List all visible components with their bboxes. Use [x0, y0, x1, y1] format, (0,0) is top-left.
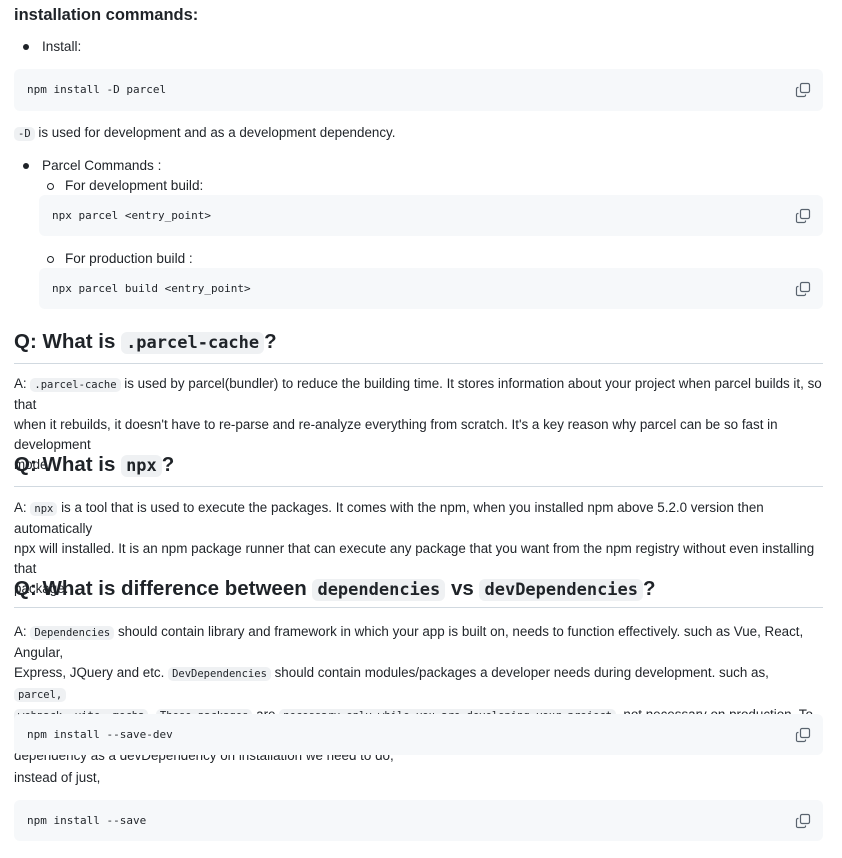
heading-code: npx — [121, 455, 162, 477]
inline-code: DevDependencies — [168, 667, 271, 681]
inline-code: parcel, — [14, 688, 67, 702]
bullet-circle — [47, 255, 54, 263]
heading-text: Q: What is difference between — [14, 577, 313, 600]
heading-divider — [14, 363, 823, 364]
copy-icon[interactable] — [795, 727, 811, 743]
copy-icon[interactable] — [795, 813, 811, 829]
list-item-prod-build: For production build : — [47, 249, 193, 269]
answer-line: when it rebuilds, it doesn't have to re-… — [14, 417, 778, 452]
heading-code: devDependencies — [479, 579, 644, 601]
answer-text: Express, JQuery and etc. — [14, 665, 169, 680]
list-item-dev-build: For development build: — [47, 176, 203, 196]
heading-divider — [14, 607, 823, 608]
copy-icon[interactable] — [795, 281, 811, 297]
code-text: npm install --save — [27, 813, 147, 827]
answer-text: should contain modules/packages a develo… — [270, 665, 769, 680]
answer-prefix: A: — [14, 500, 31, 515]
inline-code: npx — [30, 502, 58, 516]
inline-code: .parcel-cache — [30, 378, 121, 392]
list-item-label: For production build : — [65, 251, 193, 266]
code-text: npm install --save-dev — [27, 727, 173, 741]
list-item-label: Parcel Commands : — [42, 158, 162, 173]
heading-text: vs — [445, 577, 480, 600]
heading-code: .parcel-cache — [121, 332, 265, 354]
list-item-label: For development build: — [65, 178, 204, 193]
answer-line: A: Dependencies should contain library a… — [14, 622, 822, 663]
code-text: npx parcel build <entry_point> — [52, 281, 251, 295]
code-text: npx parcel <entry_point> — [52, 208, 211, 222]
answer-text: is used by parcel(bundler) to reduce the… — [14, 376, 822, 412]
copy-icon[interactable] — [795, 82, 811, 98]
heading-text: Q: What is — [14, 330, 122, 353]
heading-dependencies: Q: What is difference between dependenci… — [14, 575, 656, 604]
answer-text: is a tool that is used to execute the pa… — [14, 500, 764, 536]
answer-prefix: A: — [14, 376, 31, 391]
answer-line: npx will installed. It is an npm package… — [14, 541, 815, 576]
answer-line: A: npx is a tool that is used to execute… — [14, 498, 822, 539]
inline-code: Dependencies — [30, 626, 115, 640]
heading-suffix: ? — [264, 330, 277, 353]
bullet-disc — [23, 44, 29, 50]
list-item-label: Install: — [42, 39, 82, 54]
code-block-save-dev: npm install --save-dev — [14, 714, 823, 755]
bullet-disc — [23, 163, 29, 169]
answer-line: Express, JQuery and etc. DevDependencies… — [14, 663, 822, 705]
heading-divider — [14, 486, 823, 487]
section-heading: installation commands: — [14, 6, 199, 24]
inline-code: -D — [14, 127, 35, 141]
code-block-install: npm install -D parcel — [14, 69, 823, 111]
bullet-circle — [47, 182, 54, 190]
answer-text: should contain library and framework in … — [14, 624, 804, 660]
answer-line: A: .parcel-cache is used by parcel(bundl… — [14, 374, 822, 415]
list-item-parcel-commands: Parcel Commands : — [23, 156, 161, 176]
heading-npx: Q: What is npx? — [14, 451, 174, 480]
heading-code: dependencies — [312, 579, 446, 601]
list-item-install: Install: — [23, 37, 81, 57]
code-block-prod-build: npx parcel build <entry_point> — [39, 268, 823, 309]
code-block-save: npm install --save — [14, 800, 823, 841]
dev-flag-paragraph: -D is used for development and as a deve… — [14, 123, 822, 144]
heading-parcel-cache: Q: What is .parcel-cache? — [14, 328, 277, 357]
heading-suffix: ? — [643, 577, 656, 600]
heading-text: Q: What is — [14, 453, 122, 476]
code-block-dev-build: npx parcel <entry_point> — [39, 195, 823, 236]
instead-text: instead of just, — [14, 770, 101, 785]
code-text: npm install -D parcel — [27, 83, 167, 96]
answer-prefix: A: — [14, 624, 31, 639]
copy-icon[interactable] — [795, 208, 811, 224]
heading-suffix: ? — [161, 453, 175, 476]
paragraph-text: is used for development and as a develop… — [34, 125, 396, 140]
